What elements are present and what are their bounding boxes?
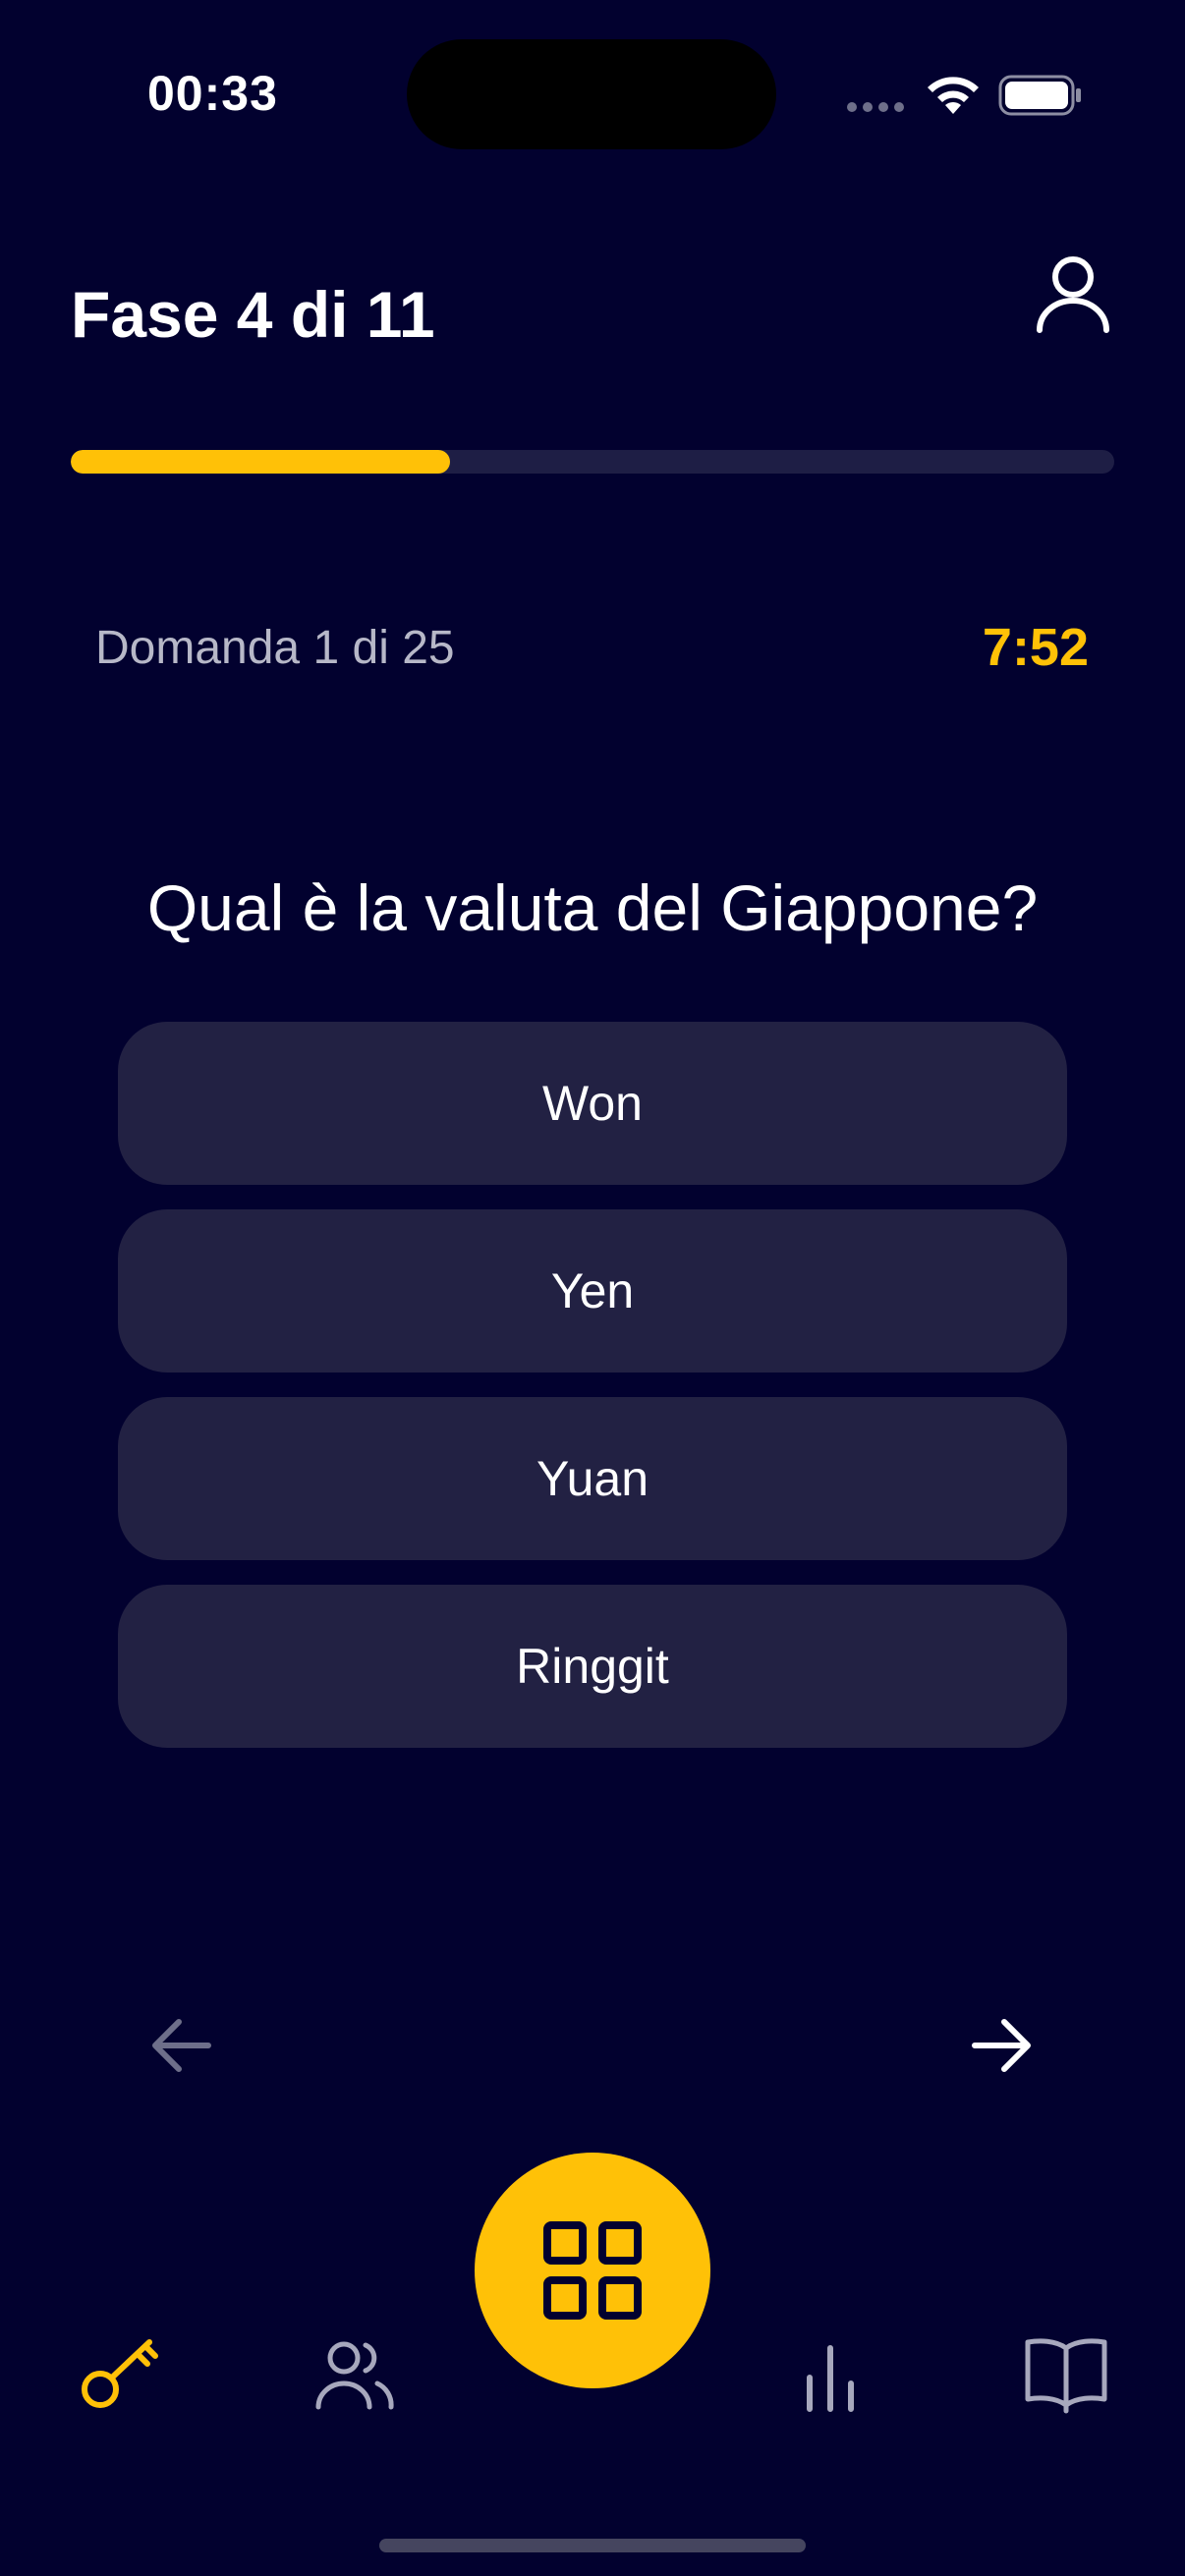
answer-option[interactable]: Yen	[118, 1209, 1067, 1372]
answer-list: Won Yen Yuan Ringgit	[118, 1022, 1067, 1772]
status-time: 00:33	[147, 66, 278, 121]
home-indicator[interactable]	[379, 2539, 806, 2552]
phase-progress-bar	[71, 450, 1114, 474]
dynamic-island	[407, 39, 776, 149]
arrow-left-icon	[152, 2019, 211, 2072]
profile-button[interactable]	[1032, 252, 1114, 336]
grid-icon	[543, 2221, 642, 2320]
bar-chart-icon	[807, 2345, 854, 2412]
book-icon	[1025, 2338, 1107, 2414]
arrow-right-icon	[972, 2019, 1031, 2072]
answer-option[interactable]: Yuan	[118, 1397, 1067, 1560]
person-icon	[1037, 256, 1109, 333]
battery-icon	[998, 75, 1081, 116]
quiz-screen: 00:33 Fase 4 di 11 Domanda 1 di 25 7:52 …	[0, 0, 1185, 2576]
tab-people[interactable]	[310, 2328, 399, 2417]
tab-key[interactable]	[77, 2328, 165, 2417]
cellular-signal-icon	[847, 102, 904, 112]
key-icon	[82, 2339, 158, 2408]
countdown-timer: 7:52	[982, 618, 1089, 677]
next-question-button[interactable]	[967, 2016, 1036, 2075]
categories-fab-button[interactable]	[475, 2153, 710, 2388]
phase-progress-fill	[71, 450, 450, 474]
tab-book[interactable]	[1022, 2328, 1110, 2417]
people-icon	[315, 2341, 394, 2410]
page-title: Fase 4 di 11	[71, 278, 435, 351]
question-text: Qual è la valuta del Giappone?	[146, 871, 1039, 944]
wifi-icon	[928, 77, 979, 114]
answer-option[interactable]: Won	[118, 1022, 1067, 1185]
answer-option[interactable]: Ringgit	[118, 1585, 1067, 1748]
tab-stats[interactable]	[786, 2328, 875, 2417]
question-counter: Domanda 1 di 25	[95, 622, 455, 674]
previous-question-button[interactable]	[147, 2016, 216, 2075]
